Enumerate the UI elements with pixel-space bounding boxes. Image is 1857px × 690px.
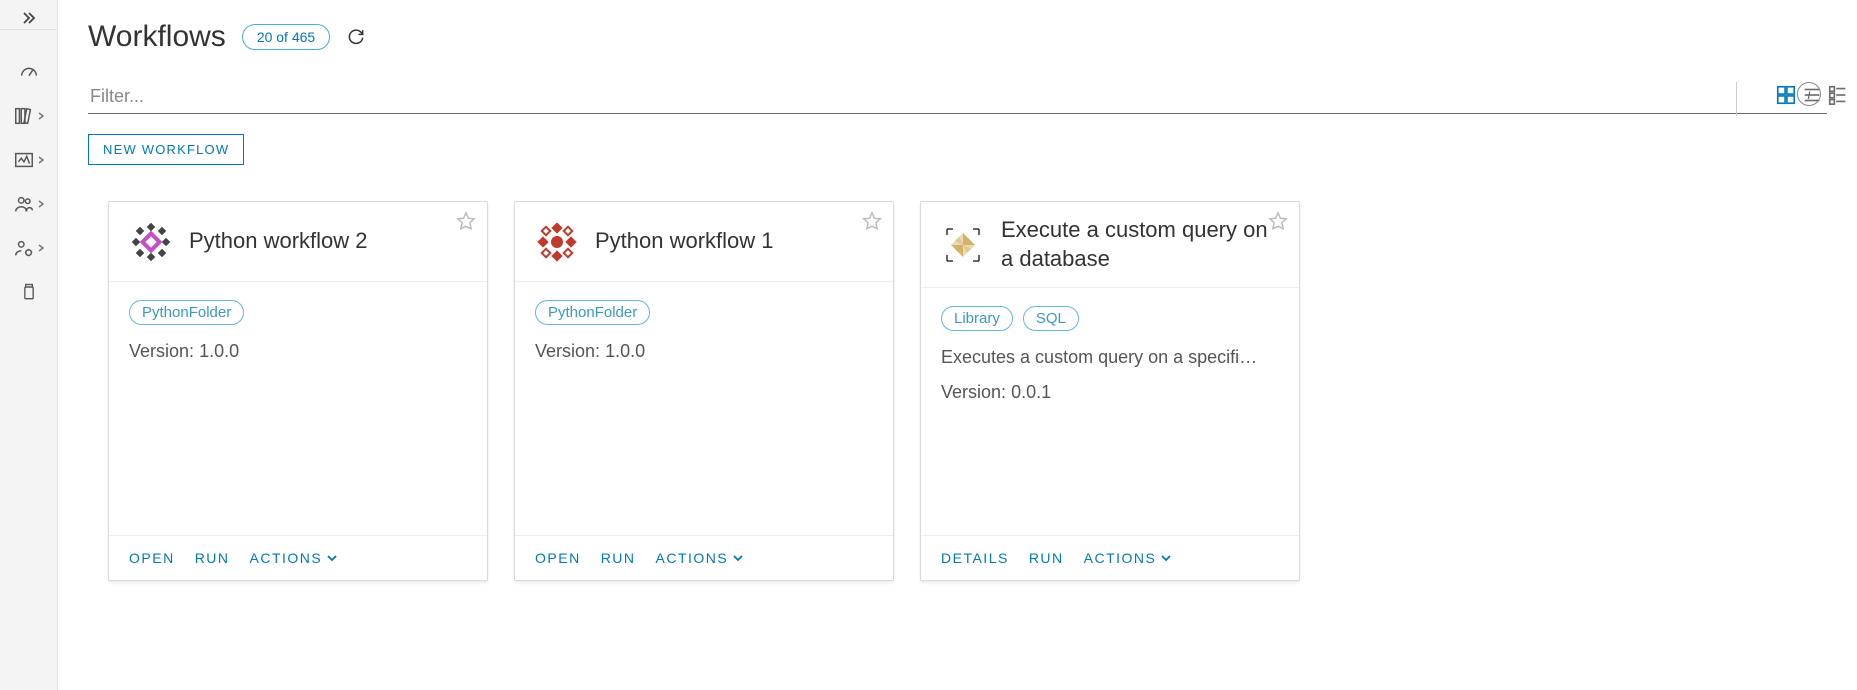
gauge-icon (18, 61, 40, 83)
card-version: Version: 1.0.0 (129, 341, 467, 362)
open-button[interactable]: OPEN (535, 550, 581, 566)
new-workflow-button[interactable]: NEW WORKFLOW (88, 134, 244, 165)
run-button[interactable]: RUN (601, 550, 636, 566)
card-title: Python workflow 2 (189, 227, 368, 256)
refresh-icon (346, 26, 366, 46)
version-label: Version: (535, 341, 600, 361)
view-tree-button[interactable] (1825, 82, 1851, 108)
tag-row: Library SQL (941, 306, 1279, 331)
workflow-quilt-icon (129, 220, 173, 264)
star-icon (1267, 210, 1291, 232)
page-title: Workflows (88, 20, 226, 54)
favorite-button[interactable] (1267, 210, 1291, 234)
card-body: PythonFolder Version: 1.0.0 (515, 282, 893, 535)
rail-expand-button[interactable] (0, 6, 57, 30)
tag-row: PythonFolder (535, 300, 873, 325)
tag[interactable]: PythonFolder (129, 300, 244, 325)
workflow-card: Python workflow 2 PythonFolder Version: 1.… (108, 201, 488, 581)
rail-assets[interactable] (0, 270, 57, 314)
rail-dashboard[interactable] (0, 50, 57, 94)
user-gear-icon (13, 237, 35, 259)
card-version: Version: 0.0.1 (941, 382, 1279, 403)
workflow-quilt-icon (941, 223, 985, 267)
grid-icon (1775, 84, 1797, 106)
filter-input[interactable] (88, 80, 1797, 113)
card-body: PythonFolder Version: 1.0.0 (109, 282, 487, 535)
card-body: Library SQL Executes a custom query on a s… (921, 288, 1299, 535)
count-badge: 20 of 465 (242, 24, 330, 50)
favorite-button[interactable] (861, 210, 885, 234)
card-actions: DETAILS RUN ACTIONS (921, 535, 1299, 580)
card-actions: OPEN RUN ACTIONS (515, 535, 893, 580)
list-icon (1801, 84, 1823, 106)
jar-icon (19, 281, 39, 303)
actions-dropdown[interactable]: ACTIONS (250, 550, 339, 566)
card-version: Version: 1.0.0 (535, 341, 873, 362)
run-button[interactable]: RUN (1029, 550, 1064, 566)
actions-dropdown[interactable]: ACTIONS (656, 550, 745, 566)
card-title: Python workflow 1 (595, 227, 774, 256)
chevron-down-icon (326, 552, 338, 564)
actions-label: ACTIONS (1084, 550, 1157, 566)
card-actions: OPEN RUN ACTIONS (109, 535, 487, 580)
card-header: Python workflow 1 (515, 202, 893, 282)
version-value: 1.0.0 (199, 341, 239, 361)
rail-admin[interactable] (0, 226, 57, 270)
workflow-quilt-icon (535, 220, 579, 264)
vertical-divider (1736, 82, 1737, 116)
page-header: Workflows 20 of 465 (88, 20, 1827, 54)
details-button[interactable]: DETAILS (941, 550, 1009, 566)
card-header: Python workflow 2 (109, 202, 487, 282)
workflow-card: Execute a custom query on a database Libr… (920, 201, 1300, 581)
view-toggles (1773, 82, 1851, 108)
chevron-down-icon (732, 552, 744, 564)
workflow-card: Python workflow 1 PythonFolder Version: 1.… (514, 201, 894, 581)
tag[interactable]: SQL (1023, 306, 1079, 331)
left-nav-rail (0, 0, 58, 690)
tag[interactable]: PythonFolder (535, 300, 650, 325)
version-value: 1.0.0 (605, 341, 645, 361)
version-value: 0.0.1 (1011, 382, 1051, 402)
cards-container: Python workflow 2 PythonFolder Version: 1.… (88, 201, 1827, 581)
filter-row: i (88, 80, 1827, 114)
view-list-button[interactable] (1799, 82, 1825, 108)
actions-label: ACTIONS (656, 550, 729, 566)
rail-library[interactable] (0, 94, 57, 138)
view-grid-button[interactable] (1773, 82, 1799, 108)
favorite-button[interactable] (455, 210, 479, 234)
star-icon (861, 210, 885, 232)
chevron-right-icon (37, 112, 45, 120)
chevron-right-icon (37, 244, 45, 252)
chevron-down-icon (1160, 552, 1172, 564)
tag[interactable]: Library (941, 306, 1013, 331)
tag-row: PythonFolder (129, 300, 467, 325)
open-button[interactable]: OPEN (129, 550, 175, 566)
refresh-button[interactable] (346, 26, 368, 48)
card-title: Execute a custom query on a database (1001, 216, 1279, 273)
run-button[interactable]: RUN (195, 550, 230, 566)
chevron-right-icon (37, 200, 45, 208)
card-description: Executes a custom query on a specifi… (941, 347, 1279, 368)
version-label: Version: (129, 341, 194, 361)
chevron-right-icon (37, 156, 45, 164)
users-icon (13, 193, 35, 215)
main-content: Workflows 20 of 465 i (58, 0, 1857, 690)
rail-inventory[interactable] (0, 182, 57, 226)
version-label: Version: (941, 382, 1006, 402)
rail-activity[interactable] (0, 138, 57, 182)
double-chevron-right-icon (21, 10, 37, 26)
books-icon (13, 105, 35, 127)
card-header: Execute a custom query on a database (921, 202, 1299, 288)
activity-icon (13, 149, 35, 171)
actions-label: ACTIONS (250, 550, 323, 566)
star-icon (455, 210, 479, 232)
actions-dropdown[interactable]: ACTIONS (1084, 550, 1173, 566)
tree-icon (1827, 84, 1849, 106)
